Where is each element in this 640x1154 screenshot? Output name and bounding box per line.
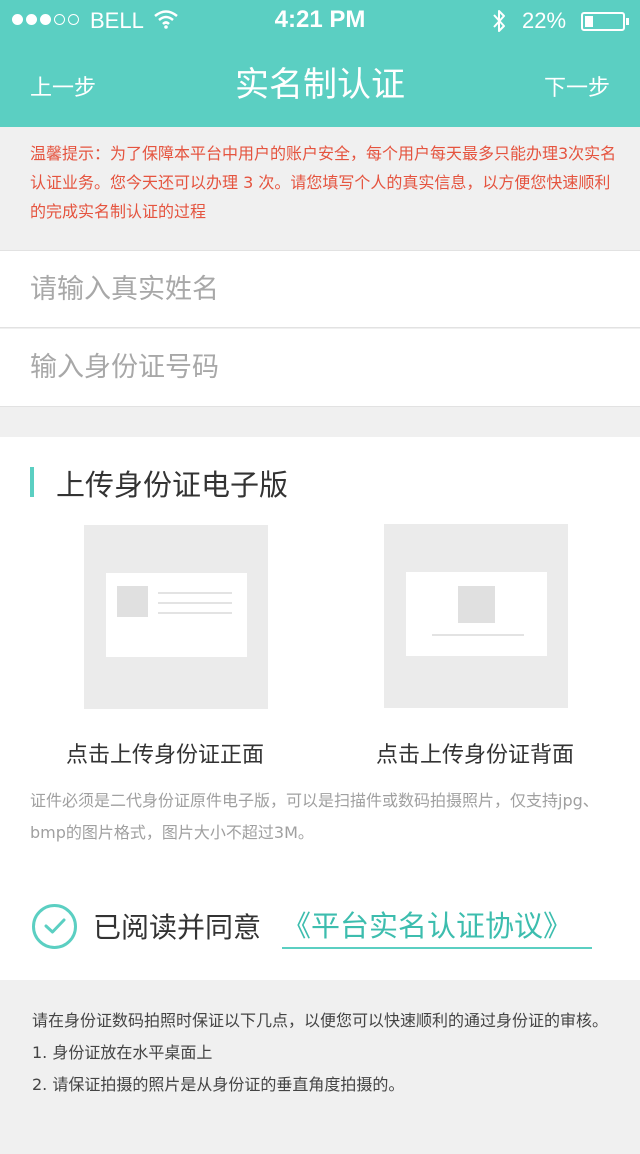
real-name-input[interactable] xyxy=(0,251,640,327)
agreement-link[interactable]: 《平台实名认证协议》 xyxy=(282,903,592,949)
id-card-back-icon xyxy=(406,572,547,656)
id-text-line xyxy=(432,634,524,636)
id-text-line xyxy=(158,592,232,594)
tips-intro: 请在身份证数码拍照时保证以下几点，以便您可以快速顺利的通过身份证的审核。 xyxy=(32,1011,609,1030)
photo-tips: 请在身份证数码拍照时保证以下几点，以便您可以快速顺利的通过身份证的审核。 1. … xyxy=(0,981,640,1154)
upload-back-label[interactable]: 点击上传身份证背面 xyxy=(325,737,625,769)
agreement-text: 已阅读并同意 xyxy=(93,911,262,944)
id-photo-placeholder xyxy=(117,586,148,617)
status-bar: BELL 4:21 PM 22% xyxy=(0,0,640,40)
id-number-input[interactable] xyxy=(0,329,640,406)
tips-item: 2. 请保证拍摄的照片是从身份证的垂直角度拍摄的。 xyxy=(32,1075,405,1094)
upload-section: 上传身份证电子版 点击上传身份证正面 点击上传身份证背面 证件必须是二代身份证原… xyxy=(0,437,640,980)
section-accent-bar xyxy=(30,467,34,497)
bluetooth-icon xyxy=(491,8,507,39)
id-text-line xyxy=(158,612,232,614)
tips-item: 1. 身份证放在水平桌面上 xyxy=(32,1043,213,1062)
id-emblem-placeholder xyxy=(458,586,495,623)
id-card-front-icon xyxy=(106,573,247,657)
id-text-line xyxy=(158,602,232,604)
battery-fill xyxy=(585,16,593,27)
battery-icon xyxy=(581,12,629,31)
upload-front-label[interactable]: 点击上传身份证正面 xyxy=(15,737,315,769)
upload-section-title: 上传身份证电子版 xyxy=(56,468,289,502)
app-header: BELL 4:21 PM 22% 上一步 实名制认证 下一步 xyxy=(0,0,640,127)
id-field-row xyxy=(0,329,640,407)
check-icon xyxy=(44,918,66,934)
warning-notice: 温馨提示：为了保障本平台中用户的账户安全，每个用户每天最多只能办理3次实名认证业… xyxy=(0,127,640,249)
battery-percentage: 22% xyxy=(522,8,567,33)
battery-nub xyxy=(626,18,629,25)
agreement-checkbox[interactable] xyxy=(32,904,77,949)
upload-requirements-note: 证件必须是二代身份证原件电子版，可以是扫描件或数码拍摄照片，仅支持jpg、bmp… xyxy=(30,791,599,842)
next-step-button[interactable]: 下一步 xyxy=(544,70,610,102)
upload-id-front-button[interactable] xyxy=(84,525,268,709)
name-field-row xyxy=(0,250,640,328)
upload-id-back-button[interactable] xyxy=(384,524,568,708)
